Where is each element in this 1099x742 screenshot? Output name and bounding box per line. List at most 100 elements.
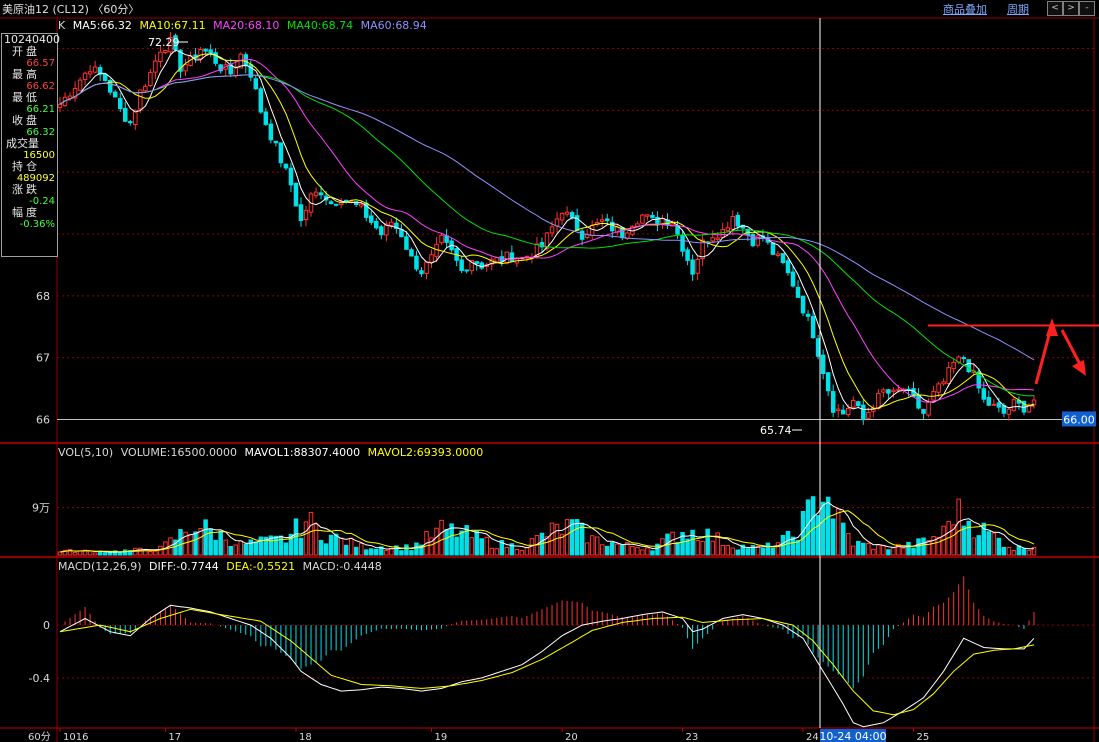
chart-canvas[interactable]: 66 67 68 72.29 65.74 66.00 9万 0 -0.4 10-24 04:00 6… [0,0,1099,742]
candle-body [153,60,158,73]
candle-body [128,121,133,124]
volume-bar [790,536,796,556]
time-tick-label-25: 25 [917,732,930,742]
info-label-high: 最高 [12,68,40,81]
candle-body [474,261,479,264]
candle-body [243,54,249,67]
nav-right-button[interactable]: > [1063,1,1079,16]
candle-body [123,107,128,122]
candle [82,71,88,85]
candle [539,237,545,253]
candle [87,65,93,79]
volume-bar [725,545,730,556]
candle [871,404,876,418]
candle [911,381,916,398]
volume-bar [976,535,982,556]
candle-body [92,66,98,73]
volume-bar [338,537,344,556]
candle-body [690,259,695,275]
candle [936,381,941,397]
candle [148,68,153,88]
legend-volume: VOLUME:16500.0000 [120,446,237,459]
volume-bar [921,537,926,556]
volume-bar [469,537,474,556]
candle-body [263,111,269,125]
volume-bar [866,543,871,556]
candle [107,78,113,96]
volume-bar [770,547,776,556]
volume-bar [138,547,143,556]
time-tick-label-20: 20 [565,732,578,742]
legend-macd: MACD:-0.4448 [302,560,382,573]
candle-body [328,201,334,205]
volume-bar [153,550,158,556]
candle-body [198,48,203,60]
candle [961,355,966,363]
volume-bar [404,544,409,556]
volume-bar [584,542,590,556]
candle-body [986,396,992,406]
volume-bar [228,545,233,556]
volume-bar [273,535,279,556]
candle [725,221,730,232]
volume-bar [845,533,851,556]
volume-bar [102,552,108,556]
volume-bar [148,551,153,556]
volume-bar [690,529,695,556]
volume-bar [364,549,369,556]
volume-bar [620,544,625,556]
candle-body [835,408,841,412]
candle-body [735,214,741,227]
volume-bar [303,521,309,556]
zoom-out-button[interactable]: - [1079,1,1095,16]
candle [303,206,309,227]
macd-legend: MACD(12,26,9) DIFF:-0.7744 DEA:-0.5521 M… [58,560,386,573]
period-link[interactable]: 周期 [1007,1,1029,17]
overlay-link[interactable]: 商品叠加 [943,1,987,17]
legend-k: K [58,19,66,32]
volume-bar [203,519,208,556]
volume-bar [594,536,600,556]
candle-body [866,412,871,419]
candle-body [82,72,88,81]
candle-body [845,407,851,416]
time-tick-label-17: 17 [168,732,181,742]
candle-body [825,372,831,392]
volume-bar [564,519,570,556]
volume-bar [193,531,198,556]
candle [830,384,836,418]
legend-diff: DIFF:-0.7744 [149,560,219,573]
down-arrow-line [1060,329,1084,369]
candle-body [183,64,188,72]
volume-bar [188,533,193,556]
candle [183,58,188,77]
info-panel: 10240400 开盘 66.57 最高 66.62 最低 66.21 收盘 6… [1,33,60,257]
candle-body [715,237,720,240]
candle [780,253,786,265]
candle [820,349,826,380]
volume-bar [238,540,243,556]
candle-body [790,271,796,287]
nav-left-button[interactable]: < [1047,1,1063,16]
volume-bar [710,540,715,556]
volume-bar [830,518,836,556]
candle [112,89,118,98]
candle [374,217,379,230]
volume-bar [1006,547,1012,556]
candle [128,119,133,126]
candle [153,54,158,80]
macd-tick-label: -0.4 [29,672,50,685]
candle [564,206,570,217]
volume-bar [650,550,655,556]
candle-body [554,218,560,227]
volume-bar [640,549,645,556]
legend-ma40: MA40:68.74 [286,19,354,32]
candle-body [389,221,394,227]
candle-body [333,203,339,206]
candle-body [710,237,715,242]
price-tick-label-68: 68 [36,290,50,303]
candle-body [916,394,921,409]
volume-bar [599,544,605,556]
candle [800,295,806,316]
candle [665,213,670,230]
